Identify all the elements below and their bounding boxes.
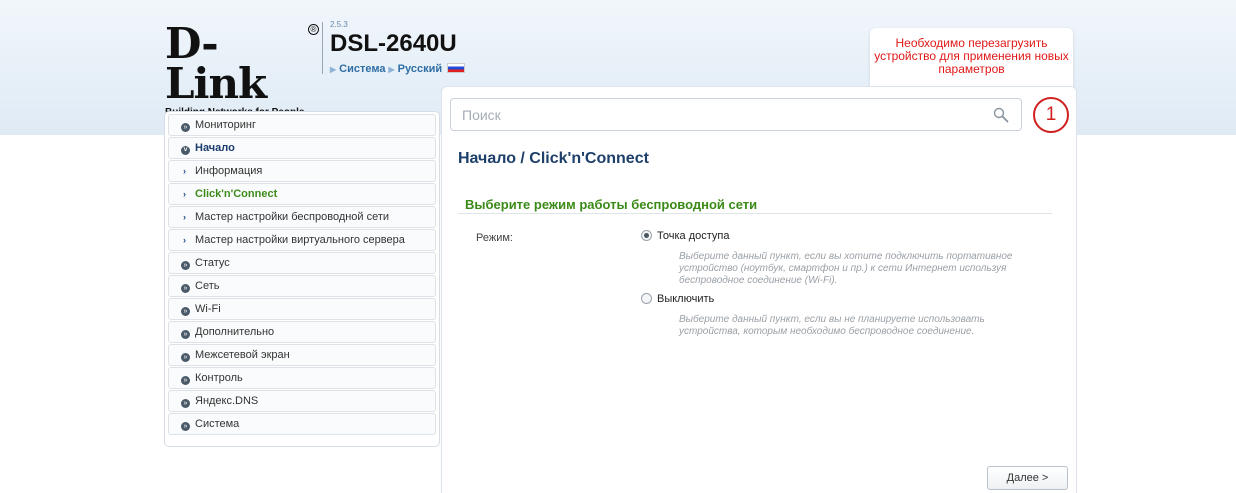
sidebar-item-label: Мастер настройки беспроводной сети: [195, 211, 390, 223]
radio-unchecked-icon[interactable]: [641, 293, 652, 304]
page-title: Начало / Click'n'Connect: [458, 150, 649, 167]
chevron-circle-right-icon: »: [181, 284, 190, 293]
sidebar-item-label: Click'n'Connect: [195, 188, 278, 200]
chevron-circle-right-icon: »: [181, 307, 190, 316]
sidebar-item-system[interactable]: » Система: [168, 413, 436, 435]
mode-label: Режим:: [476, 232, 513, 244]
sidebar-item-label: Контроль: [195, 372, 243, 384]
chevron-right-icon: ›: [183, 212, 186, 222]
disable-hint: Выберите данный пункт, если вы не планир…: [679, 314, 985, 337]
search-box: [450, 98, 1022, 131]
chevron-circle-right-icon: »: [181, 353, 190, 362]
chevron-circle-down-icon: ˅: [181, 146, 190, 155]
chevron-circle-right-icon: »: [181, 376, 190, 385]
radio-checked-icon[interactable]: [641, 230, 652, 241]
radio-disable[interactable]: Выключить: [641, 293, 714, 305]
sidebar-item-label: Мониторинг: [195, 119, 257, 131]
search-icon[interactable]: [993, 107, 1009, 123]
breadcrumb-arrow-icon: ▶: [330, 65, 337, 74]
chevron-right-icon: ›: [183, 166, 186, 176]
chevron-circle-right-icon: »: [181, 399, 190, 408]
access-point-hint: Выберите данный пункт, если вы хотите по…: [679, 251, 1013, 286]
sidebar-subitem-wireless-wizard[interactable]: › Мастер настройки беспроводной сети: [168, 206, 436, 228]
sidebar-item-wifi[interactable]: » Wi-Fi: [168, 298, 436, 320]
registered-mark: ®: [308, 24, 319, 35]
sidebar-subitem-info[interactable]: › Информация: [168, 160, 436, 182]
breadcrumb: ▶ Система ▶ Русский: [330, 63, 466, 75]
sidebar-menu: » Мониторинг ˅ Начало › Информация › Click'n…: [164, 111, 440, 447]
breadcrumb-system-link[interactable]: Система: [339, 63, 385, 75]
breadcrumb-arrow-icon: ▶: [388, 65, 395, 74]
sidebar-item-label: Информация: [195, 165, 263, 177]
sidebar-item-monitoring[interactable]: » Мониторинг: [168, 114, 436, 136]
section-title: Выберите режим работы беспроводной сети: [465, 197, 758, 212]
main-panel: [441, 86, 1077, 493]
reboot-notice[interactable]: Необходимо перезагрузить устройство для …: [870, 28, 1073, 94]
header-divider: [322, 22, 323, 74]
sidebar-item-label: Мастер настройки виртуального сервера: [195, 234, 405, 246]
sidebar-item-label: Начало: [195, 142, 235, 154]
sidebar-item-label: Межсетевой экран: [195, 349, 290, 361]
sidebar-item-control[interactable]: » Контроль: [168, 367, 436, 389]
sidebar-item-label: Яндекс.DNS: [195, 395, 259, 407]
firmware-version: 2.5.3: [330, 20, 348, 29]
sidebar-item-label: Сеть: [195, 280, 220, 292]
chevron-circle-right-icon: »: [181, 422, 190, 431]
section-divider: [458, 213, 1052, 214]
radio-access-point[interactable]: Точка доступа: [641, 230, 729, 242]
sidebar-item-advanced[interactable]: » Дополнительно: [168, 321, 436, 343]
sidebar-item-label: Дополнительно: [195, 326, 275, 338]
russian-flag-icon[interactable]: [447, 63, 466, 73]
device-model: DSL-2640U: [330, 30, 457, 57]
dlink-logo: D-Link ® Building Networks for People: [165, 23, 319, 118]
search-input[interactable]: [451, 99, 981, 130]
chevron-circle-right-icon: »: [181, 261, 190, 270]
sidebar-item-label: Wi-Fi: [195, 303, 221, 315]
sidebar-item-yandex-dns[interactable]: » Яндекс.DNS: [168, 390, 436, 412]
reboot-count-badge[interactable]: 1: [1033, 97, 1069, 133]
sidebar-subitem-clicknconnect[interactable]: › Click'n'Connect: [168, 183, 436, 205]
logo-wordmark: D-Link: [165, 19, 267, 108]
language-link[interactable]: Русский: [398, 63, 442, 75]
radio-access-point-label: Точка доступа: [657, 230, 730, 242]
chevron-right-icon: ›: [183, 189, 186, 199]
chevron-circle-right-icon: »: [181, 330, 190, 339]
sidebar-item-label: Система: [195, 418, 240, 430]
sidebar-item-start[interactable]: ˅ Начало: [168, 137, 436, 159]
sidebar-item-label: Статус: [195, 257, 230, 269]
chevron-circle-right-icon: »: [181, 123, 190, 132]
radio-disable-label: Выключить: [657, 293, 715, 305]
chevron-right-icon: ›: [183, 235, 186, 245]
sidebar-item-network[interactable]: » Сеть: [168, 275, 436, 297]
sidebar-subitem-virtual-server-wizard[interactable]: › Мастер настройки виртуального сервера: [168, 229, 436, 251]
sidebar-item-firewall[interactable]: » Межсетевой экран: [168, 344, 436, 366]
sidebar-item-status[interactable]: » Статус: [168, 252, 436, 274]
next-button[interactable]: Далее >: [987, 466, 1068, 490]
